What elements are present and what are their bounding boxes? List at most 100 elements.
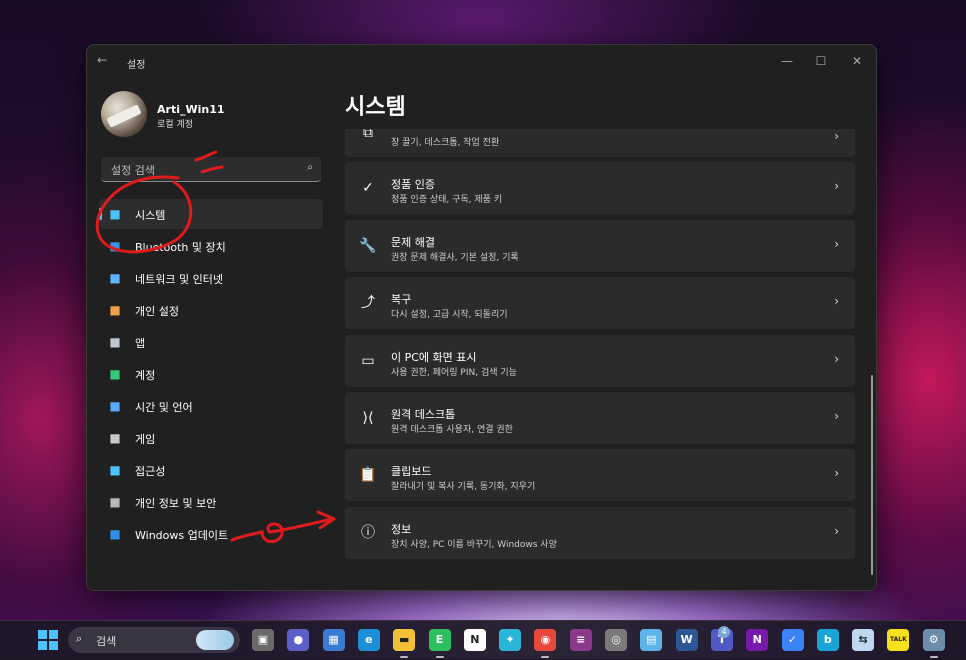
taskbar-search-label: 검색: [96, 635, 117, 648]
sidebar-item[interactable]: ■ 개인 설정: [99, 295, 323, 325]
sidebar-item-label: 개인 설정: [135, 305, 179, 318]
clipboard-icon: 📋: [359, 467, 377, 484]
card-title: 복구: [391, 293, 412, 307]
card-title: 원격 데스크톱: [391, 408, 456, 421]
card-description: 다시 설정, 고급 시작, 되돌리기: [391, 310, 508, 321]
notepad-icon[interactable]: ▤: [640, 629, 663, 651]
check-circle-icon: ✓: [362, 180, 374, 197]
running-indicator: [435, 656, 444, 658]
card-title: 정보: [391, 522, 412, 536]
sidebar-item-label: 시스템: [135, 209, 166, 222]
settings-card[interactable]: 🔧 문제 해결 권장 문제 해결사, 기본 설정, 기록 ›: [345, 219, 855, 272]
settings-list: ⧉ 창 끌기, 데스크톱, 작업 전환 › ✓ 정품 인증 정품 인증 상태, 구독, 제…: [345, 129, 857, 589]
sidebar-item[interactable]: ■ Windows 업데이트: [99, 519, 323, 549]
photos-icon[interactable]: ◎: [605, 629, 627, 651]
chevron-right-icon: ›: [834, 129, 839, 143]
sidebar-item[interactable]: ■ 앱: [99, 327, 323, 357]
chrome-icon[interactable]: ◉: [534, 629, 557, 651]
file-explorer-icon[interactable]: ▬: [393, 629, 416, 651]
settings-card[interactable]: ✓ 정품 인증 정품 인증 상태, 구독, 제품 키 ›: [345, 162, 855, 215]
settings-card[interactable]: ▭ 이 PC에 화면 표시 사용 권한, 페어링 PIN, 검색 기능 ›: [345, 334, 855, 387]
sidebar-item[interactable]: ■ 개인 정보 및 보안: [99, 487, 323, 517]
settings-icon[interactable]: ⚙: [922, 629, 945, 651]
remote-desktop-icon: ⟩⟨: [362, 410, 374, 426]
globe-clock-icon: ■: [109, 399, 121, 413]
running-indicator: [541, 656, 550, 658]
onenote-icon[interactable]: N: [746, 629, 769, 651]
card-description: 창 끌기, 데스크톱, 작업 전환: [391, 138, 500, 148]
winrar-icon[interactable]: ≡: [569, 629, 592, 651]
taskbar-search[interactable]: ⌕ 검색: [68, 627, 240, 653]
evernote-icon[interactable]: E: [428, 629, 451, 651]
sidebar-item[interactable]: ■ Bluetooth 및 장치: [99, 231, 323, 261]
sidebar-item[interactable]: ■ 네트워크 및 인터넷: [99, 263, 323, 293]
card-description: 장치 사양, PC 이름 바꾸기, Windows 사양: [391, 539, 557, 550]
search-icon: ⌕: [76, 632, 83, 645]
edge-icon[interactable]: e: [357, 629, 380, 651]
avatar[interactable]: [101, 91, 147, 137]
sidebar-item-label: 앱: [135, 337, 146, 350]
card-description: 정품 인증 상태, 구독, 제품 키: [391, 195, 503, 206]
sidebar-item[interactable]: ■ 게임: [99, 423, 323, 453]
teams-chat-icon[interactable]: ●: [287, 629, 310, 651]
card-title: 이 PC에 화면 표시: [391, 350, 477, 364]
settings-card[interactable]: 📋 클립보드 잘라내기 및 복사 기록, 동기화, 지우기 ›: [345, 449, 855, 502]
settings-card[interactable]: ⧉ 창 끌기, 데스크톱, 작업 전환 ›: [345, 129, 855, 157]
task-view-icon[interactable]: ▣: [252, 629, 274, 651]
card-title: 클립보드: [391, 465, 432, 479]
sidebar-item-label: 개인 정보 및 보안: [135, 497, 217, 510]
notion-icon[interactable]: N: [463, 629, 486, 651]
search-highlight-illustration: [196, 630, 234, 650]
word-icon[interactable]: W: [675, 629, 698, 651]
shield-icon: ■: [109, 495, 121, 509]
card-description: 권장 문제 해결사, 기본 설정, 기록: [391, 252, 519, 263]
running-indicator: [929, 656, 938, 658]
sidebar-item-label: Windows 업데이트: [135, 529, 229, 542]
vpn-icon[interactable]: ⇆: [852, 629, 875, 651]
bluetooth-icon: ■: [109, 239, 121, 253]
search-icon[interactable]: ⌕: [307, 162, 313, 173]
window-title: 설정: [127, 60, 146, 71]
chevron-right-icon: ›: [834, 179, 839, 194]
sidebar-item-label: 게임: [135, 433, 156, 446]
settings-search[interactable]: ⌕: [101, 157, 321, 182]
wifi-icon: ■: [109, 271, 121, 285]
scrollbar[interactable]: [871, 375, 873, 575]
project-icon: ▭: [361, 352, 375, 369]
chevron-right-icon: ›: [834, 351, 839, 366]
user-name: Arti_Win11: [157, 103, 225, 116]
back-icon[interactable]: ←: [97, 53, 107, 67]
sidebar-nav: ■ 시스템 ■ Bluetooth 및 장치 ■ 네트워크 및 인터넷 ■ 개인 설정 ■ 앱 ■ 계…: [99, 199, 323, 551]
account-icon: ■: [109, 367, 121, 381]
maximize-button[interactable]: ☐: [807, 51, 835, 71]
settings-card[interactable]: ⟩⟨ 원격 데스크톱 원격 데스크톱 사용자, 연결 권한 ›: [345, 392, 855, 444]
settings-card[interactable]: ⤴ 복구다시 설정, 고급 시작, 되돌리기 ›: [345, 277, 855, 330]
start-button[interactable]: [38, 630, 58, 650]
kakaotalk-icon[interactable]: TALK: [887, 629, 910, 651]
controller-icon: ■: [109, 431, 121, 445]
sidebar-item[interactable]: ■ 시스템: [99, 199, 323, 229]
chevron-right-icon: ›: [834, 409, 839, 423]
microsoft-store-icon[interactable]: ▦: [322, 629, 345, 651]
sidebar-item-label: 네트워크 및 인터넷: [135, 273, 223, 286]
card-title: 문제 해결: [391, 235, 435, 249]
running-indicator: [400, 656, 409, 658]
minimize-button[interactable]: —: [773, 51, 801, 71]
bing-icon[interactable]: b: [816, 629, 839, 651]
sidebar-item-label: 계정: [135, 369, 156, 382]
recovery-icon: ⤴: [361, 295, 375, 312]
close-button[interactable]: ✕: [843, 51, 871, 71]
bird-app-icon[interactable]: ✦: [499, 629, 522, 651]
settings-card[interactable]: ⓘ 정보 장치 사양, PC 이름 바꾸기, Windows 사양 ›: [345, 506, 855, 559]
sidebar-item[interactable]: ■ 시간 및 언어: [99, 391, 323, 421]
sidebar-item-label: 시간 및 언어: [135, 401, 193, 414]
sidebar-item[interactable]: ■ 접근성: [99, 455, 323, 485]
todo-icon[interactable]: ✓: [781, 629, 804, 651]
brush-icon: ■: [109, 303, 121, 317]
account-type: 로컬 계정: [157, 120, 193, 130]
page-title: 시스템: [345, 95, 406, 120]
sidebar-item[interactable]: ■ 계정: [99, 359, 323, 389]
search-input[interactable]: [109, 161, 293, 179]
chevron-right-icon: ›: [834, 294, 839, 309]
apps-icon: ■: [109, 335, 121, 349]
